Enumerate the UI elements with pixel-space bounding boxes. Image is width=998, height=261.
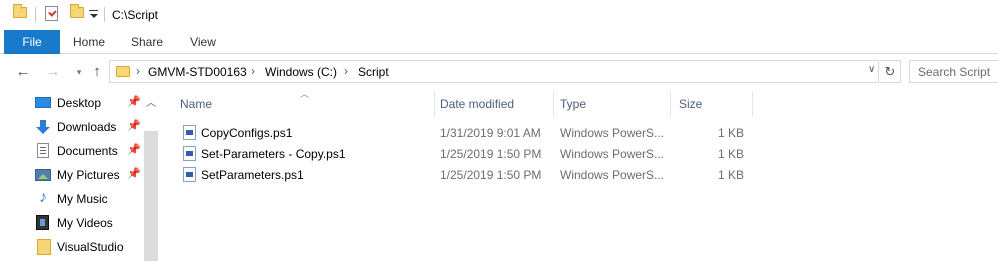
file-date-modified: 1/25/2019 1:50 PM bbox=[440, 147, 542, 161]
toolbar-separator bbox=[35, 7, 36, 22]
column-divider[interactable] bbox=[670, 92, 671, 116]
breadcrumb-computer[interactable]: GMVM-STD00163 bbox=[148, 65, 247, 79]
new-folder-icon[interactable] bbox=[70, 4, 84, 18]
file-type: Windows PowerS... bbox=[560, 168, 665, 182]
sidebar-item-label: VisualStudio bbox=[57, 240, 124, 254]
tab-view[interactable]: View bbox=[180, 30, 226, 54]
file-name: SetParameters.ps1 bbox=[201, 168, 304, 182]
up-arrow-icon[interactable]: ↑ bbox=[88, 63, 106, 81]
chevron-right-icon[interactable]: › bbox=[251, 64, 255, 78]
sidebar-item-music[interactable]: ♪ My Music bbox=[33, 188, 145, 210]
desktop-icon bbox=[35, 97, 51, 108]
powershell-file-icon bbox=[183, 125, 196, 140]
table-row[interactable]: Set-Parameters - Copy.ps1 1/25/2019 1:50… bbox=[180, 143, 760, 164]
ribbon-tabs: File Home Share View bbox=[0, 30, 998, 54]
search-box[interactable] bbox=[909, 60, 998, 83]
tab-share[interactable]: Share bbox=[124, 30, 170, 54]
column-header-size[interactable]: Size bbox=[679, 97, 702, 111]
navigation-pane: ︿ Desktop 📌 Downloads 📌 Documents 📌 My P… bbox=[0, 90, 160, 261]
forward-arrow-icon[interactable]: → bbox=[44, 63, 62, 81]
back-arrow-icon[interactable]: ← bbox=[14, 63, 32, 81]
table-row[interactable]: CopyConfigs.ps1 1/31/2019 9:01 AM Window… bbox=[180, 122, 760, 143]
chevron-right-icon[interactable]: › bbox=[136, 64, 140, 78]
sidebar-item-visualstudio[interactable]: VisualStudio bbox=[33, 236, 145, 258]
file-date-modified: 1/25/2019 1:50 PM bbox=[440, 168, 542, 182]
search-input[interactable] bbox=[910, 61, 998, 82]
column-divider[interactable] bbox=[553, 92, 554, 116]
sidebar-item-label: My Pictures bbox=[57, 168, 120, 182]
breadcrumb-drive[interactable]: Windows (C:) bbox=[265, 65, 337, 79]
chevron-down-icon[interactable]: ∨ bbox=[868, 64, 875, 75]
recent-locations-icon[interactable]: ▾ bbox=[70, 63, 88, 81]
column-divider[interactable] bbox=[752, 92, 753, 116]
sidebar-item-label: Downloads bbox=[57, 120, 117, 134]
pin-icon[interactable]: 📌 bbox=[127, 167, 141, 180]
refresh-icon[interactable]: ↻ bbox=[880, 60, 901, 83]
tab-home[interactable]: Home bbox=[66, 30, 112, 54]
address-bar[interactable]: › GMVM-STD00163 › Windows (C:) › Script … bbox=[109, 60, 879, 83]
powershell-file-icon bbox=[183, 167, 196, 182]
sidebar-item-label: Desktop bbox=[57, 96, 102, 110]
folder-icon bbox=[116, 66, 130, 77]
folder-icon[interactable] bbox=[13, 4, 27, 18]
chevron-up-icon[interactable]: ︿ bbox=[146, 94, 156, 109]
file-size: 1 KB bbox=[717, 126, 744, 140]
table-row[interactable]: SetParameters.ps1 1/25/2019 1:50 PM Wind… bbox=[180, 164, 760, 185]
file-date-modified: 1/31/2019 9:01 AM bbox=[440, 126, 541, 140]
sidebar-item-downloads[interactable]: Downloads 📌 bbox=[33, 116, 145, 138]
sidebar-item-pictures[interactable]: My Pictures 📌 bbox=[33, 164, 145, 186]
downloads-icon bbox=[35, 120, 51, 134]
sidebar-item-label: My Videos bbox=[57, 216, 113, 230]
powershell-file-icon bbox=[183, 146, 196, 161]
file-name: Set-Parameters - Copy.ps1 bbox=[201, 147, 346, 161]
column-divider[interactable] bbox=[434, 92, 435, 116]
pin-icon[interactable]: 📌 bbox=[127, 95, 141, 108]
documents-icon bbox=[37, 143, 49, 158]
file-list: ︿ Name Date modified Type Size CopyConfi… bbox=[160, 89, 998, 261]
file-size: 1 KB bbox=[717, 168, 744, 182]
sidebar-item-desktop[interactable]: Desktop 📌 bbox=[33, 92, 145, 114]
sidebar-item-label: Documents bbox=[57, 144, 118, 158]
music-icon: ♪ bbox=[39, 189, 47, 206]
sidebar-item-label: My Music bbox=[57, 192, 108, 206]
column-header-date-modified[interactable]: Date modified bbox=[440, 97, 514, 111]
sidebar-item-documents[interactable]: Documents 📌 bbox=[33, 140, 145, 162]
sidebar-item-videos[interactable]: My Videos bbox=[33, 212, 145, 234]
pin-icon[interactable]: 📌 bbox=[127, 143, 141, 156]
column-header-type[interactable]: Type bbox=[560, 97, 586, 111]
navigation-scrollbar[interactable] bbox=[144, 131, 158, 261]
column-header-name[interactable]: Name bbox=[180, 97, 212, 111]
toolbar-separator bbox=[104, 7, 105, 22]
navigation-bar: ← → ▾ ↑ › GMVM-STD00163 › Windows (C:) ›… bbox=[0, 55, 998, 89]
pin-icon[interactable]: 📌 bbox=[127, 119, 141, 132]
chevron-right-icon[interactable]: › bbox=[344, 64, 348, 78]
window-title: C:\Script bbox=[112, 8, 159, 22]
pictures-icon bbox=[35, 169, 51, 181]
tab-file[interactable]: File bbox=[4, 30, 60, 54]
customize-dropdown-icon[interactable] bbox=[89, 9, 98, 21]
properties-icon[interactable] bbox=[45, 6, 58, 21]
sort-ascending-icon: ︿ bbox=[300, 89, 310, 99]
file-type: Windows PowerS... bbox=[560, 126, 665, 140]
file-name: CopyConfigs.ps1 bbox=[201, 126, 293, 140]
file-size: 1 KB bbox=[717, 147, 744, 161]
videos-icon bbox=[36, 215, 49, 230]
title-bar: C:\Script bbox=[0, 0, 998, 30]
file-type: Windows PowerS... bbox=[560, 147, 665, 161]
folder-icon bbox=[37, 239, 51, 255]
breadcrumb-folder[interactable]: Script bbox=[358, 65, 389, 79]
